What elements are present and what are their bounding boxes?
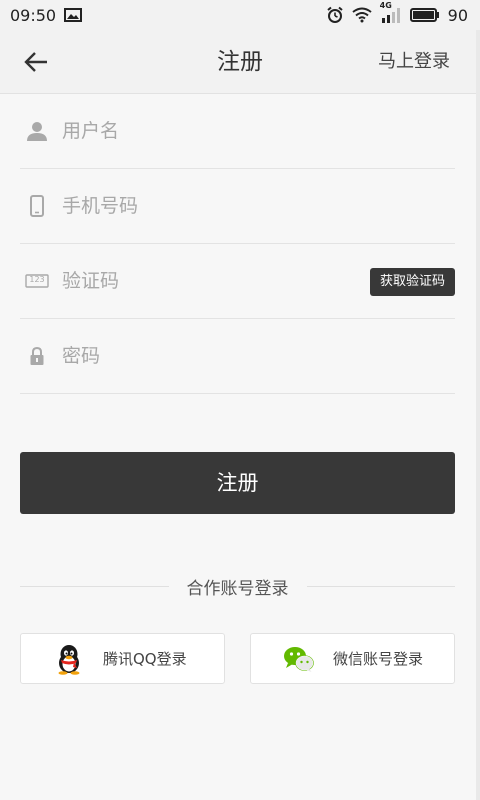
status-bar-right: 4G 90: [326, 1, 468, 25]
signal-icon: 4G: [380, 1, 402, 23]
register-form: 123 获取验证码: [20, 94, 455, 394]
qq-penguin-icon: [53, 643, 85, 675]
image-notification-icon: [64, 8, 83, 22]
register-button[interactable]: 注册: [20, 452, 455, 514]
username-input[interactable]: [62, 111, 342, 151]
divider-line-left: [20, 585, 169, 587]
get-code-button[interactable]: 获取验证码: [369, 268, 455, 296]
wechat-login-button[interactable]: 微信账号登录: [250, 633, 455, 684]
code-icon-text: 123: [29, 275, 45, 284]
password-input[interactable]: [62, 336, 342, 376]
status-time: 09:50: [10, 5, 57, 25]
qq-login-button[interactable]: 腾讯QQ登录: [20, 633, 225, 684]
code-input[interactable]: [62, 261, 342, 301]
battery-icon: [409, 7, 440, 23]
username-row: [20, 94, 455, 169]
network-type: 4G: [379, 1, 392, 10]
divider-line-right: [306, 585, 455, 587]
battery-level: 90: [447, 5, 468, 25]
lock-icon: [20, 344, 54, 368]
wechat-login-label: 微信账号登录: [333, 650, 424, 668]
phone-row: [20, 169, 455, 244]
qq-login-label: 腾讯QQ登录: [103, 650, 187, 668]
user-icon: [20, 119, 54, 143]
alarm-icon: [326, 6, 344, 24]
partner-login-divider: 合作账号登录: [20, 572, 455, 600]
status-bar-left: 09:50: [10, 5, 83, 25]
password-row: [20, 319, 455, 394]
wechat-icon: [283, 643, 315, 675]
status-bar: 09:50 4G 90: [0, 0, 480, 30]
code-row: 123 获取验证码: [20, 244, 455, 319]
wifi-icon: [352, 7, 372, 23]
phone-input[interactable]: [62, 186, 342, 226]
app-header: 注册 马上登录: [0, 30, 480, 94]
arrow-left-icon: [23, 51, 49, 73]
screen-edge: [476, 30, 480, 800]
verification-code-icon: 123: [20, 269, 54, 293]
back-button[interactable]: [18, 44, 54, 80]
partner-login-title: 合作账号登录: [186, 578, 289, 599]
phone-icon: [20, 194, 54, 218]
login-now-link[interactable]: 马上登录: [378, 30, 450, 94]
